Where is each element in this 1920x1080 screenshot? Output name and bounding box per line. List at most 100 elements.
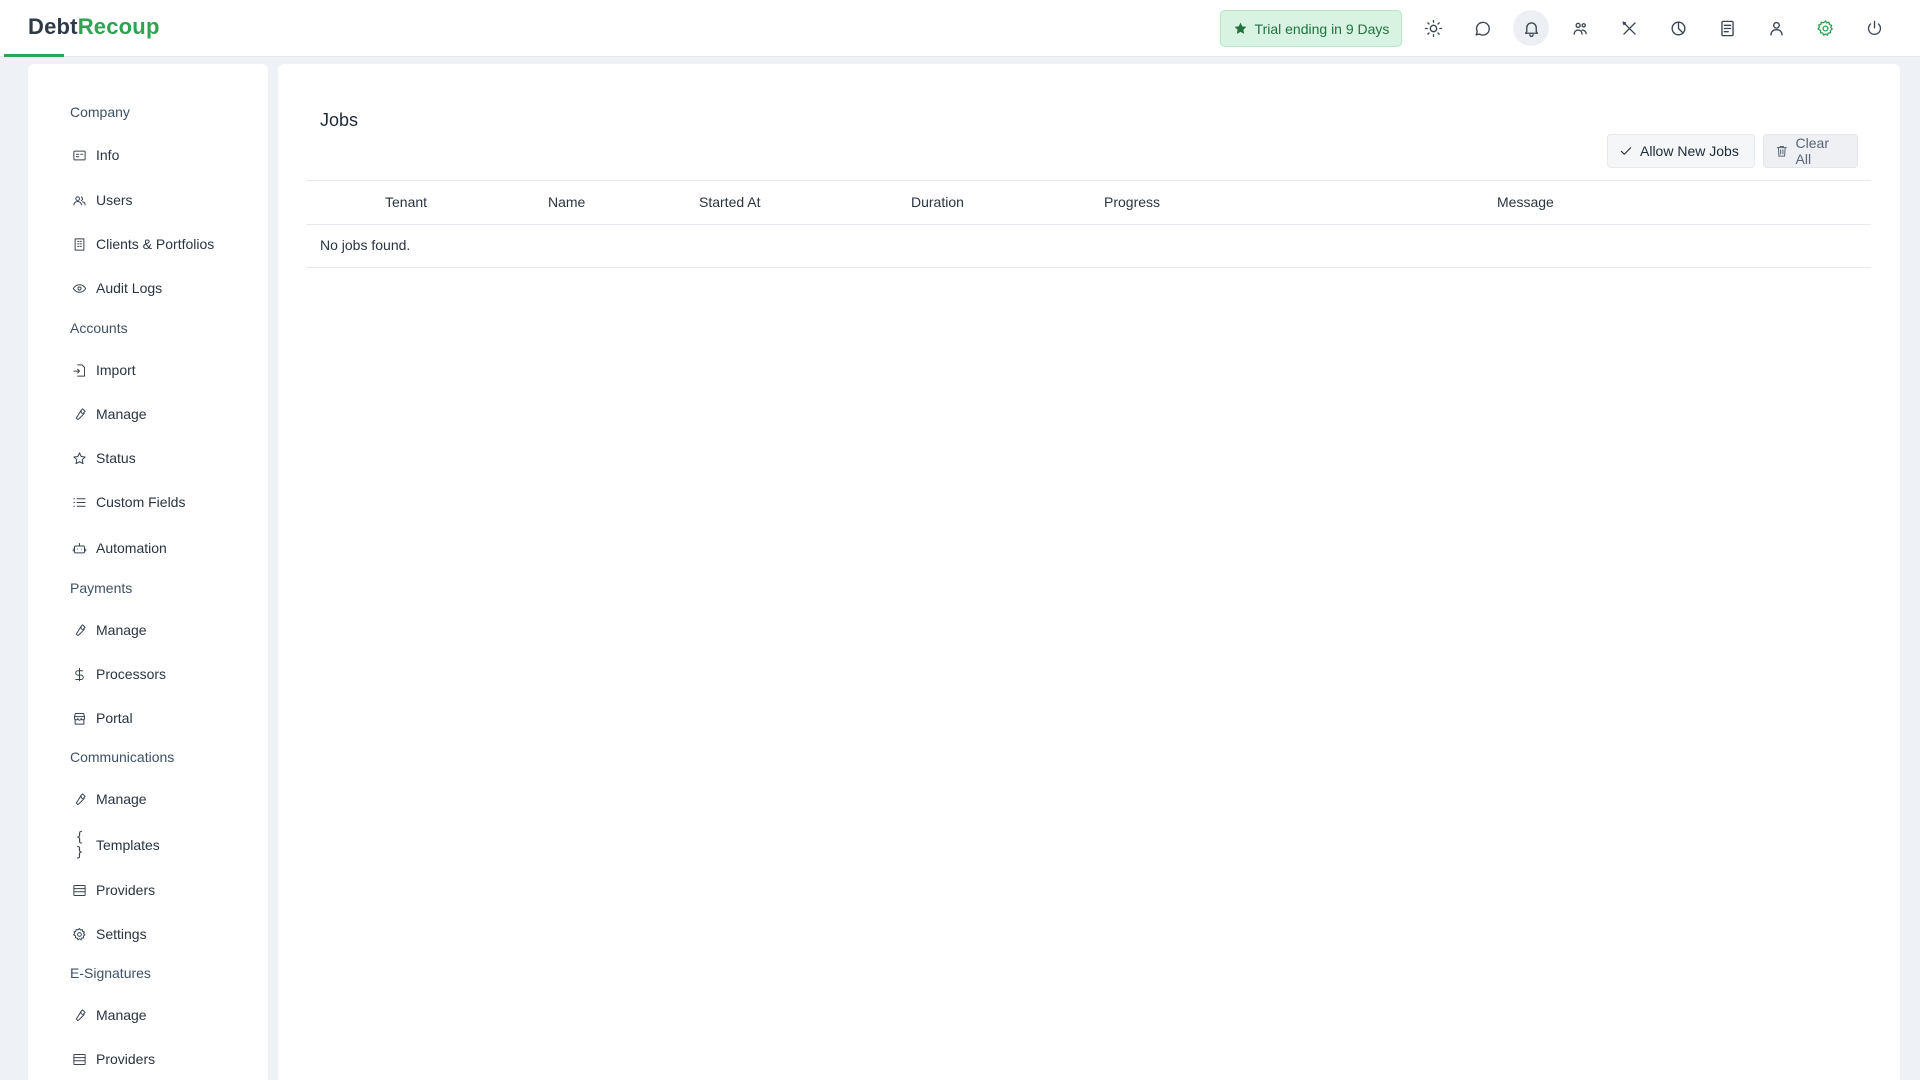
column-header-duration[interactable]: Duration <box>911 194 964 210</box>
team-button[interactable] <box>1562 10 1598 46</box>
team-icon <box>1572 22 1587 35</box>
logout-button[interactable] <box>1856 10 1892 46</box>
sidebar-item-label: Providers <box>96 882 156 898</box>
settings-sidebar: Company Info Users Clients & Portfolios … <box>28 64 268 1080</box>
users-icon <box>73 195 86 205</box>
tools-button[interactable] <box>1611 10 1647 46</box>
allow-new-jobs-button[interactable]: Allow New Jobs <box>1607 134 1755 168</box>
section-title-company: Company <box>70 104 130 120</box>
sidebar-item-communications-settings[interactable]: Settings <box>72 922 147 946</box>
server-icon <box>73 1053 86 1065</box>
sidebar-item-processors[interactable]: Processors <box>72 662 166 686</box>
dollar-icon <box>75 667 84 681</box>
id-card-icon <box>73 150 86 160</box>
bell-icon <box>1524 21 1538 37</box>
sidebar-item-label: Custom Fields <box>96 494 186 510</box>
settings-button[interactable] <box>1807 10 1843 46</box>
sidebar-item-info[interactable]: Info <box>72 143 119 167</box>
reports-button[interactable] <box>1660 10 1696 46</box>
sidebar-item-label: Portal <box>96 710 133 726</box>
jobs-panel: Jobs Allow New Jobs Clear All Tenant Nam… <box>278 64 1900 1080</box>
sidebar-item-portal[interactable]: Portal <box>72 706 133 730</box>
store-icon <box>74 712 85 725</box>
trial-label: Trial ending in 9 Days <box>1254 20 1390 37</box>
column-header-name[interactable]: Name <box>548 194 585 210</box>
sidebar-item-label: Automation <box>96 540 167 556</box>
server-icon <box>73 884 86 896</box>
section-title-communications: Communications <box>70 749 175 765</box>
gear-icon <box>1816 19 1833 36</box>
sidebar-item-import[interactable]: Import <box>72 358 136 382</box>
sidebar-item-label: Info <box>96 147 120 163</box>
wrench-icon <box>76 792 86 805</box>
theme-toggle-button[interactable] <box>1415 10 1451 46</box>
import-icon <box>73 363 85 377</box>
sidebar-item-communications-manage[interactable]: Manage <box>72 787 147 811</box>
sidebar-item-label: Import <box>96 362 136 378</box>
sidebar-item-label: Manage <box>96 791 147 807</box>
section-title-payments: Payments <box>70 580 133 596</box>
allow-new-jobs-label: Allow New Jobs <box>1640 143 1739 159</box>
page-title: Jobs <box>320 110 359 130</box>
user-icon <box>1769 21 1783 36</box>
star-icon <box>73 451 86 464</box>
tools-icon <box>1621 20 1636 35</box>
sidebar-item-templates[interactable]: { } Templates <box>72 830 160 860</box>
brand-part-recoup: Recoup <box>77 14 160 39</box>
table-header-border <box>306 224 1871 225</box>
sidebar-item-label: Status <box>96 450 136 466</box>
sidebar-item-esignatures-providers[interactable]: Providers <box>72 1047 155 1071</box>
trial-badge[interactable]: Trial ending in 9 Days <box>1220 10 1402 47</box>
section-title-accounts: Accounts <box>70 320 128 336</box>
power-icon <box>1867 20 1881 35</box>
top-bar: DebtRecoup Trial ending in 9 Days <box>0 0 1920 57</box>
brand-logo[interactable]: DebtRecoup <box>28 14 160 40</box>
column-header-started-at[interactable]: Started At <box>699 194 760 210</box>
section-title-esignatures: E-Signatures <box>70 965 151 981</box>
clear-all-label: Clear All <box>1795 135 1830 167</box>
wrench-icon <box>76 1008 86 1021</box>
sidebar-item-audit-logs[interactable]: Audit Logs <box>72 276 162 300</box>
sidebar-item-label: Manage <box>96 406 147 422</box>
sidebar-item-esignatures-manage[interactable]: Manage <box>72 1003 147 1027</box>
braces-icon: { } <box>75 830 84 860</box>
check-icon <box>1620 147 1632 155</box>
table-top-border <box>306 180 1871 181</box>
profile-button[interactable] <box>1758 10 1794 46</box>
sidebar-item-status[interactable]: Status <box>72 446 136 470</box>
sidebar-item-clients-portfolios[interactable]: Clients & Portfolios <box>72 232 214 256</box>
sidebar-item-accounts-manage[interactable]: Manage <box>72 402 147 426</box>
brand-underline <box>4 54 64 57</box>
list-icon <box>73 497 86 507</box>
sidebar-item-label: Audit Logs <box>96 280 163 296</box>
documents-button[interactable] <box>1709 10 1745 46</box>
sidebar-item-label: Processors <box>96 666 167 682</box>
robot-icon <box>72 542 87 553</box>
star-filled-icon <box>1234 22 1246 34</box>
sidebar-item-label: Manage <box>96 1007 147 1023</box>
wrench-icon <box>76 407 86 420</box>
column-header-tenant[interactable]: Tenant <box>385 194 427 210</box>
sidebar-item-automation[interactable]: Automation <box>72 536 167 560</box>
sun-icon <box>1424 19 1442 37</box>
building-icon <box>74 237 85 251</box>
sidebar-item-label: Templates <box>96 837 160 853</box>
chat-icon <box>1474 21 1490 36</box>
column-header-message[interactable]: Message <box>1497 194 1554 210</box>
clear-all-button[interactable]: Clear All <box>1763 134 1858 168</box>
column-header-progress[interactable]: Progress <box>1104 194 1160 210</box>
eye-icon <box>72 283 87 293</box>
chat-button[interactable] <box>1464 10 1500 46</box>
sidebar-item-label: Providers <box>96 1051 156 1067</box>
gear-icon <box>73 927 86 940</box>
sidebar-item-users[interactable]: Users <box>72 188 133 212</box>
sidebar-item-custom-fields[interactable]: Custom Fields <box>72 490 185 514</box>
notifications-button[interactable] <box>1513 10 1549 46</box>
sidebar-item-label: Settings <box>96 926 147 942</box>
sidebar-item-communications-providers[interactable]: Providers <box>72 878 155 902</box>
sidebar-item-label: Clients & Portfolios <box>96 236 215 252</box>
table-bottom-border <box>306 267 1871 268</box>
empty-state-message: No jobs found. <box>320 237 411 253</box>
sidebar-item-label: Manage <box>96 622 147 638</box>
sidebar-item-payments-manage[interactable]: Manage <box>72 618 147 642</box>
